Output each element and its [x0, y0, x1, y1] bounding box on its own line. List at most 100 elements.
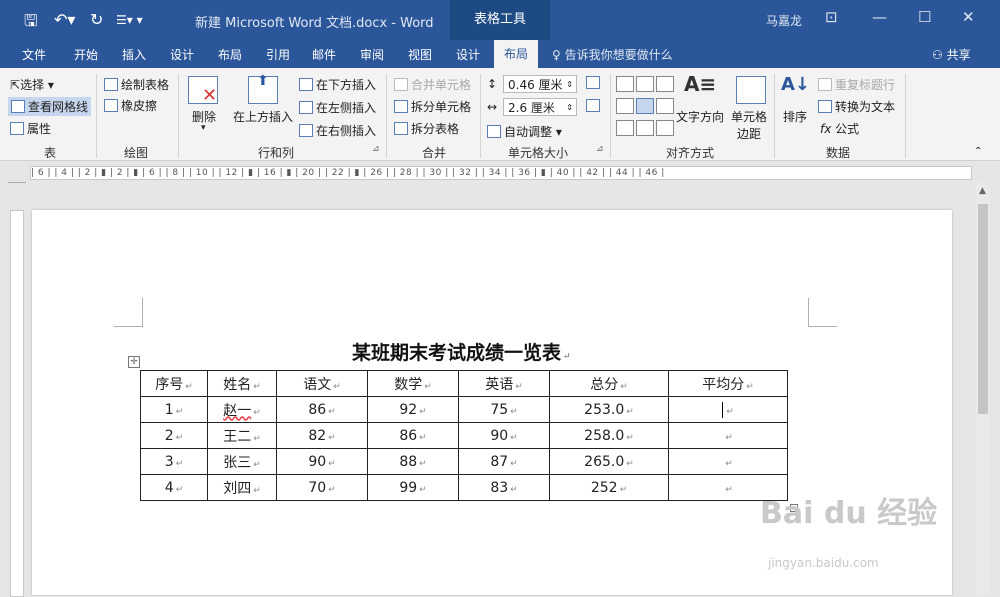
select-button[interactable]: ⇱选择 ▾: [10, 76, 54, 93]
split-cells-button[interactable]: 拆分单元格: [394, 98, 471, 115]
merge-cells-button[interactable]: 合并单元格: [394, 76, 471, 93]
table-cell[interactable]: 258.0 ↵: [549, 422, 669, 449]
table-cell[interactable]: 4 ↵: [140, 474, 208, 501]
align-center-icon[interactable]: [636, 98, 654, 114]
table-cell[interactable]: 王二 ↵: [207, 422, 277, 449]
insert-right-button[interactable]: 在右侧插入: [299, 122, 376, 139]
table-cell[interactable]: 265.0 ↵: [549, 448, 669, 475]
table-cell[interactable]: 253.0 ↵: [549, 396, 669, 423]
table-cell[interactable]: 张三 ↵: [207, 448, 277, 475]
tab-view[interactable]: 视图: [408, 46, 432, 63]
spinner-icon[interactable]: ⇕: [566, 99, 573, 117]
autofit-button[interactable]: 自动调整 ▾: [487, 123, 562, 140]
table-cell[interactable]: 70 ↵: [276, 474, 368, 501]
minimize-icon[interactable]: —: [872, 8, 887, 26]
align-bottom-center-icon[interactable]: [636, 120, 654, 136]
scroll-up-icon[interactable]: ▲: [979, 186, 986, 196]
scrollbar-thumb[interactable]: [978, 204, 988, 414]
table-cell[interactable]: ↵: [668, 448, 788, 475]
draw-table-button[interactable]: 绘制表格: [104, 76, 169, 93]
tab-table-layout[interactable]: 布局: [494, 40, 539, 68]
table-cell[interactable]: 92 ↵: [367, 396, 459, 423]
tab-layout[interactable]: 布局: [218, 46, 242, 63]
customize-icon[interactable]: ☰▾ ▾: [116, 13, 143, 27]
table-header-cell[interactable]: 平均分 ↵: [668, 370, 788, 397]
distribute-rows-icon[interactable]: [586, 76, 603, 90]
insert-above-button[interactable]: 在上方插入: [233, 108, 293, 125]
convert-to-text-button[interactable]: 转换为文本: [818, 98, 895, 115]
tab-references[interactable]: 引用: [266, 46, 290, 63]
tab-file[interactable]: 文件: [22, 46, 46, 63]
table-header-cell[interactable]: 总分 ↵: [549, 370, 669, 397]
close-icon[interactable]: ✕: [962, 8, 975, 26]
tab-design[interactable]: 设计: [170, 46, 194, 63]
align-top-right-icon[interactable]: [656, 76, 674, 92]
table-cell[interactable]: 1 ↵: [140, 396, 208, 423]
tab-mailings[interactable]: 邮件: [312, 46, 336, 63]
table-header-cell[interactable]: 数学 ↵: [367, 370, 459, 397]
align-top-center-icon[interactable]: [636, 76, 654, 92]
insert-left-button[interactable]: 在左侧插入: [299, 99, 376, 116]
sort-button[interactable]: 排序: [783, 108, 807, 125]
formula-button[interactable]: fx 公式: [820, 120, 859, 137]
split-table-button[interactable]: 拆分表格: [394, 120, 459, 137]
table-cell[interactable]: 88 ↵: [367, 448, 459, 475]
properties-button[interactable]: 属性: [10, 120, 51, 137]
document-page[interactable]: 某班期末考试成绩一览表 ↵ ✛ 序号 ↵ 姓名 ↵ 语文 ↵ 数学 ↵ 英语 ↵ 总分 ↵ 平…: [32, 210, 952, 595]
user-name[interactable]: 马嘉龙: [766, 12, 802, 29]
score-table[interactable]: 序号 ↵ 姓名 ↵ 语文 ↵ 数学 ↵ 英语 ↵ 总分 ↵ 平均分 ↵ 1 ↵ 赵一 ↵ 86 ↵ …: [140, 370, 788, 501]
collapse-ribbon-icon[interactable]: ⌃: [974, 146, 982, 157]
table-cell[interactable]: 90 ↵: [458, 422, 550, 449]
table-cell[interactable]: 赵一 ↵: [207, 396, 277, 423]
table-cell[interactable]: 87 ↵: [458, 448, 550, 475]
table-cell[interactable]: 99 ↵: [367, 474, 459, 501]
table-cell[interactable]: 刘四 ↵: [207, 474, 277, 501]
table-cell[interactable]: 86 ↵: [367, 422, 459, 449]
table-cell[interactable]: ↵: [668, 422, 788, 449]
tab-insert[interactable]: 插入: [122, 46, 146, 63]
align-center-left-icon[interactable]: [616, 98, 634, 114]
insert-below-button[interactable]: 在下方插入: [299, 76, 376, 93]
repeat-header-button[interactable]: 重复标题行: [818, 76, 895, 93]
maximize-icon[interactable]: ☐: [918, 8, 931, 26]
dialog-launcher-icon[interactable]: ⊿: [372, 144, 380, 154]
table-cell[interactable]: 90 ↵: [276, 448, 368, 475]
table-header-cell[interactable]: 序号 ↵: [140, 370, 208, 397]
tell-me-search[interactable]: ♀ 告诉我你想要做什么: [552, 46, 673, 63]
table-cell[interactable]: 2 ↵: [140, 422, 208, 449]
align-top-left-icon[interactable]: [616, 76, 634, 92]
tab-review[interactable]: 审阅: [360, 46, 384, 63]
delete-dropdown-icon[interactable]: ▾: [201, 123, 206, 133]
vertical-scrollbar[interactable]: ▲: [976, 182, 990, 595]
table-header-cell[interactable]: 英语 ↵: [458, 370, 550, 397]
row-height-input[interactable]: 0.46 厘米 ⇕: [503, 75, 577, 93]
tab-home[interactable]: 开始: [74, 46, 98, 63]
ribbon-display-icon[interactable]: ⊡: [825, 8, 838, 26]
table-header-cell[interactable]: 语文 ↵: [276, 370, 368, 397]
table-move-handle[interactable]: ✛: [128, 356, 140, 368]
spinner-icon[interactable]: ⇕: [566, 76, 573, 94]
tab-table-design[interactable]: 设计: [456, 46, 480, 63]
align-bottom-right-icon[interactable]: [656, 120, 674, 136]
redo-icon[interactable]: ↻: [90, 10, 103, 29]
table-cell[interactable]: 82 ↵: [276, 422, 368, 449]
cell-margins-button[interactable]: 单元格边距: [729, 108, 769, 142]
table-cell[interactable]: 3 ↵: [140, 448, 208, 475]
dialog-launcher-icon[interactable]: ⊿: [596, 144, 604, 154]
table-header-cell[interactable]: 姓名 ↵: [207, 370, 277, 397]
eraser-button[interactable]: 橡皮擦: [104, 97, 157, 114]
table-cell[interactable]: 86 ↵: [276, 396, 368, 423]
view-gridlines-button[interactable]: 查看网格线: [8, 97, 92, 116]
table-cell[interactable]: 83 ↵: [458, 474, 550, 501]
column-width-input[interactable]: 2.6 厘米 ⇕: [503, 98, 577, 116]
text-direction-button[interactable]: 文字方向: [676, 108, 724, 125]
share-button[interactable]: ⚇ 共享: [932, 46, 971, 63]
distribute-columns-icon[interactable]: [586, 99, 603, 113]
align-center-right-icon[interactable]: [656, 98, 674, 114]
save-icon[interactable]: 🖫: [24, 10, 38, 37]
document-heading[interactable]: 某班期末考试成绩一览表 ↵: [352, 338, 571, 365]
undo-icon[interactable]: ↶▾: [54, 10, 75, 29]
align-bottom-left-icon[interactable]: [616, 120, 634, 136]
table-cell[interactable]: 252 ↵: [549, 474, 669, 501]
table-cell-active[interactable]: ↵: [668, 396, 788, 423]
